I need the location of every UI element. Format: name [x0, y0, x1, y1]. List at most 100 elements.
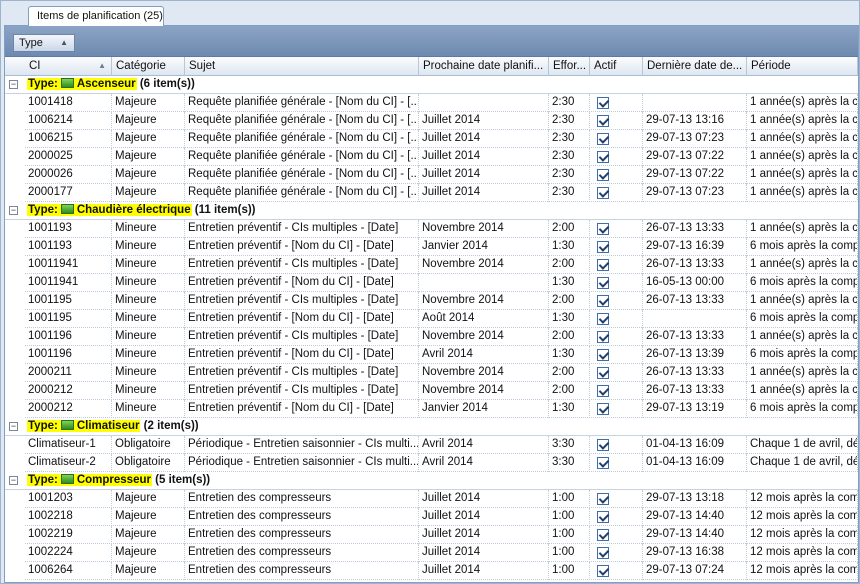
table-row[interactable]: 2000025 Majeure Requête planifiée générale… — [5, 148, 858, 166]
collapse-toggle-icon[interactable]: − — [9, 422, 18, 431]
grid-pane: Type ▲ CI ▲ Catégorie Sujet Prochaine date p… — [4, 25, 859, 583]
checkbox-checked-icon[interactable] — [597, 529, 609, 541]
checkbox-checked-icon[interactable] — [597, 331, 609, 343]
table-row[interactable]: 1006215 Majeure Requête planifiée générale… — [5, 130, 858, 148]
checkbox-checked-icon[interactable] — [597, 547, 609, 559]
table-row[interactable]: 1006264 Majeure Entretien des compresseurs… — [5, 562, 858, 580]
cell-effort: 1:30 — [549, 274, 590, 292]
table-row[interactable]: 2000212 Mineure Entretien préventif - CIs … — [5, 382, 858, 400]
cell-actif[interactable] — [590, 454, 643, 472]
cell-actif[interactable] — [590, 112, 643, 130]
checkbox-checked-icon[interactable] — [597, 511, 609, 523]
checkbox-checked-icon[interactable] — [597, 259, 609, 271]
header-col-effort[interactable]: Effor... — [549, 57, 590, 76]
cell-actif[interactable] — [590, 256, 643, 274]
cell-effort: 2:30 — [549, 130, 590, 148]
collapse-toggle-icon[interactable]: − — [9, 80, 18, 89]
checkbox-checked-icon[interactable] — [597, 385, 609, 397]
header-col-actif[interactable]: Actif — [590, 57, 643, 76]
header-label: Période — [751, 60, 791, 72]
checkbox-checked-icon[interactable] — [597, 133, 609, 145]
cell-actif[interactable] — [590, 562, 643, 580]
checkbox-checked-icon[interactable] — [597, 187, 609, 199]
checkbox-checked-icon[interactable] — [597, 223, 609, 235]
checkbox-checked-icon[interactable] — [597, 349, 609, 361]
table-row[interactable]: 1001196 Mineure Entretien préventif - CIs … — [5, 328, 858, 346]
checkbox-checked-icon[interactable] — [597, 457, 609, 469]
collapse-toggle-icon[interactable]: − — [9, 206, 18, 215]
cell-actif[interactable] — [590, 292, 643, 310]
checkbox-checked-icon[interactable] — [597, 403, 609, 415]
checkbox-checked-icon[interactable] — [597, 241, 609, 253]
cell-actif[interactable] — [590, 184, 643, 202]
checkbox-checked-icon[interactable] — [597, 493, 609, 505]
checkbox-checked-icon[interactable] — [597, 295, 609, 307]
table-row[interactable]: 10011941 Mineure Entretien préventif - [No… — [5, 274, 858, 292]
cell-actif[interactable] — [590, 400, 643, 418]
cell-periode: 1 année(s) après la c — [747, 328, 858, 346]
header-col-sujet[interactable]: Sujet — [185, 57, 419, 76]
cell-derniere-date: 16-05-13 00:00 — [643, 274, 747, 292]
cell-actif[interactable] — [590, 436, 643, 454]
cell-periode: 12 mois après la com — [747, 508, 858, 526]
green-folder-icon — [60, 474, 74, 484]
header-col-categorie[interactable]: Catégorie — [112, 57, 185, 76]
table-row[interactable]: 1006214 Majeure Requête planifiée générale… — [5, 112, 858, 130]
checkbox-checked-icon[interactable] — [597, 313, 609, 325]
group-chip-type[interactable]: Type ▲ — [13, 34, 75, 52]
table-row[interactable]: Climatiseur-1 Obligatoire Périodique - Ent… — [5, 436, 858, 454]
group-row-0[interactable]: − Type: Ascenseur (6 item(s)) — [5, 76, 858, 94]
table-row[interactable]: 2000211 Mineure Entretien préventif - CIs … — [5, 364, 858, 382]
group-row-1[interactable]: − Type: Chaudière électrique (11 item(s)) — [5, 202, 858, 220]
cell-actif[interactable] — [590, 382, 643, 400]
cell-effort: 1:30 — [549, 310, 590, 328]
table-row[interactable]: 1001196 Mineure Entretien préventif - [Nom… — [5, 346, 858, 364]
table-row[interactable]: 2000177 Majeure Requête planifiée générale… — [5, 184, 858, 202]
table-row[interactable]: 1001193 Mineure Entretien préventif - [Nom… — [5, 238, 858, 256]
table-row[interactable]: 1001193 Mineure Entretien préventif - CIs … — [5, 220, 858, 238]
group-row-3[interactable]: − Type: Compresseur (5 item(s)) — [5, 472, 858, 490]
checkbox-checked-icon[interactable] — [597, 565, 609, 577]
cell-actif[interactable] — [590, 364, 643, 382]
table-row[interactable]: 1001195 Mineure Entretien préventif - CIs … — [5, 292, 858, 310]
checkbox-checked-icon[interactable] — [597, 97, 609, 109]
checkbox-checked-icon[interactable] — [597, 439, 609, 451]
cell-actif[interactable] — [590, 526, 643, 544]
checkbox-checked-icon[interactable] — [597, 151, 609, 163]
cell-actif[interactable] — [590, 490, 643, 508]
cell-actif[interactable] — [590, 274, 643, 292]
table-row[interactable]: 1001195 Mineure Entretien préventif - [Nom… — [5, 310, 858, 328]
header-col-derniere-date[interactable]: Dernière date de... — [643, 57, 747, 76]
tab-planning-items[interactable]: Items de planification (25) — [28, 6, 164, 26]
checkbox-checked-icon[interactable] — [597, 367, 609, 379]
table-row[interactable]: 10011941 Mineure Entretien préventif - CIs… — [5, 256, 858, 274]
cell-actif[interactable] — [590, 346, 643, 364]
cell-actif[interactable] — [590, 166, 643, 184]
checkbox-checked-icon[interactable] — [597, 169, 609, 181]
checkbox-checked-icon[interactable] — [597, 277, 609, 289]
table-row[interactable]: 2000026 Majeure Requête planifiée générale… — [5, 166, 858, 184]
collapse-toggle-icon[interactable]: − — [9, 476, 18, 485]
table-row[interactable]: 1002224 Majeure Entretien des compresseurs… — [5, 544, 858, 562]
cell-actif[interactable] — [590, 94, 643, 112]
table-row[interactable]: 2000212 Mineure Entretien préventif - [Nom… — [5, 400, 858, 418]
cell-actif[interactable] — [590, 238, 643, 256]
cell-actif[interactable] — [590, 508, 643, 526]
cell-actif[interactable] — [590, 328, 643, 346]
cell-actif[interactable] — [590, 130, 643, 148]
checkbox-checked-icon[interactable] — [597, 115, 609, 127]
table-row[interactable]: 1001203 Majeure Entretien des compresseurs… — [5, 490, 858, 508]
header-col-periode[interactable]: Période — [747, 57, 858, 76]
cell-actif[interactable] — [590, 148, 643, 166]
header-col-prochaine-date[interactable]: Prochaine date planifi... — [419, 57, 549, 76]
cell-actif[interactable] — [590, 544, 643, 562]
cell-actif[interactable] — [590, 310, 643, 328]
table-row[interactable]: 1001418 Majeure Requête planifiée générale… — [5, 94, 858, 112]
group-row-2[interactable]: − Type: Climatiseur (2 item(s)) — [5, 418, 858, 436]
header-col-ci[interactable]: CI ▲ — [5, 57, 112, 76]
cell-categorie: Mineure — [112, 364, 185, 382]
cell-actif[interactable] — [590, 220, 643, 238]
table-row[interactable]: Climatiseur-2 Obligatoire Périodique - Ent… — [5, 454, 858, 472]
table-row[interactable]: 1002219 Majeure Entretien des compresseurs… — [5, 526, 858, 544]
table-row[interactable]: 1002218 Majeure Entretien des compresseurs… — [5, 508, 858, 526]
